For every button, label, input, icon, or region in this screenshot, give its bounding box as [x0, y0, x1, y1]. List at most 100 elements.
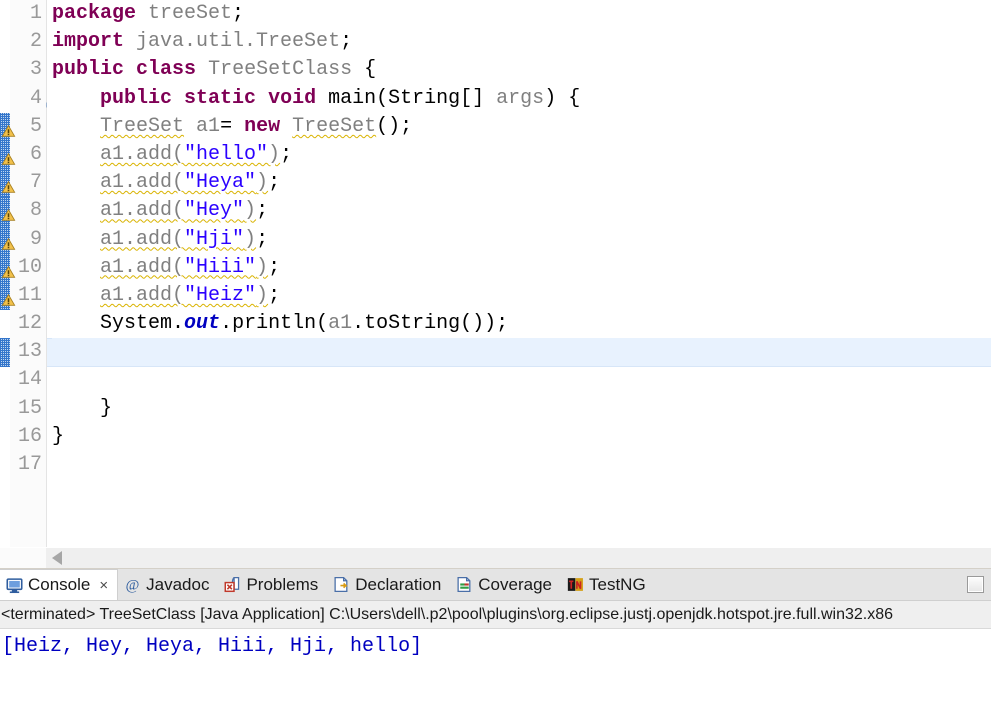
code-token: new — [244, 114, 281, 138]
close-icon[interactable]: × — [99, 577, 108, 594]
console-monitor-icon — [6, 577, 23, 594]
code-token: class — [136, 58, 197, 82]
gutter-line-9[interactable]: 9 — [1, 226, 46, 254]
gutter-line-14[interactable]: 14 — [10, 366, 46, 394]
code-token: ; — [268, 171, 281, 195]
code-token: ) — [256, 171, 269, 195]
code-line-8[interactable]: a1.add("Hey"); — [52, 197, 991, 225]
code-token: TreeSet — [100, 114, 185, 138]
svg-text:@: @ — [126, 577, 140, 593]
gutter-line-3[interactable]: 3 — [10, 56, 46, 84]
line-number: 4 — [29, 86, 42, 110]
code-token: import — [52, 30, 125, 54]
tab-coverage[interactable]: Coverage — [450, 569, 561, 600]
gutter-line-8[interactable]: 8 — [1, 197, 46, 225]
code-line-10[interactable]: a1.add("Hiii"); — [52, 254, 991, 282]
line-number: 16 — [17, 424, 42, 448]
editor-gutter[interactable]: 1 2 3 4 5 6 7 8 9 10 11 12 13 14 15 16 17 — [1, 0, 57, 547]
gutter-line-5[interactable]: 5 — [1, 113, 46, 141]
line-number: 15 — [17, 396, 42, 420]
code-token: "Hiii" — [184, 255, 257, 279]
code-token: (); — [376, 114, 413, 138]
warning-icon[interactable] — [1, 261, 16, 278]
tab-javadoc[interactable]: @ Javadoc — [118, 569, 218, 600]
gutter-line-1[interactable]: 1 — [10, 0, 46, 28]
code-line-15[interactable]: } — [52, 395, 991, 423]
tab-problems[interactable]: Problems — [218, 569, 327, 600]
editor-horizontal-scrollbar[interactable] — [0, 547, 991, 568]
code-line-11[interactable]: a1.add("Heiz"); — [52, 282, 991, 310]
warning-icon[interactable] — [1, 176, 16, 193]
line-number: 12 — [17, 312, 42, 336]
warning-icon[interactable] — [1, 233, 16, 250]
tab-console[interactable]: Console × — [0, 569, 119, 600]
code-token: } — [52, 396, 113, 420]
gutter-line-15[interactable]: 15 — [10, 395, 46, 423]
warning-icon[interactable] — [1, 289, 16, 306]
gutter-line-6[interactable]: 6 — [1, 141, 46, 169]
warning-icon[interactable] — [1, 148, 16, 165]
warning-icon[interactable] — [1, 120, 16, 137]
code-line-7[interactable]: a1.add("Heya"); — [52, 169, 991, 197]
code-line-16[interactable]: } — [52, 423, 991, 451]
line-number: 3 — [29, 58, 42, 82]
code-token: void — [268, 86, 317, 110]
code-line-5[interactable]: TreeSet a1= new TreeSet(); — [52, 113, 991, 141]
gutter-line-16[interactable]: 16 — [10, 423, 46, 451]
scrollbar-track[interactable] — [46, 548, 991, 568]
code-line-6[interactable]: a1.add("hello"); — [52, 141, 991, 169]
gutter-line-2[interactable]: 2 — [10, 28, 46, 56]
code-line-4[interactable]: public static void main(String[] args) { — [52, 85, 991, 113]
coverage-icon — [456, 576, 473, 593]
gutter-line-7[interactable]: 7 — [1, 169, 46, 197]
minimize-view-button[interactable] — [967, 576, 984, 593]
tab-testng[interactable]: TestNG — [561, 569, 655, 600]
tab-label: Declaration — [355, 574, 442, 594]
gutter-line-4[interactable]: 4 — [10, 85, 57, 113]
code-line-3[interactable]: public class TreeSetClass { — [52, 56, 991, 84]
scroll-left-arrow-icon[interactable] — [52, 551, 62, 565]
gutter-line-11[interactable]: 11 — [1, 282, 46, 310]
bottom-view-stack: Console × @ Javadoc Problems Declaration Cover… — [0, 569, 991, 703]
gutter-line-10[interactable]: 10 — [1, 254, 46, 282]
code-token: TreeSet — [292, 114, 377, 138]
code-token: ) { — [544, 86, 581, 110]
annotation-mark-current-line[interactable] — [0, 338, 10, 367]
declaration-icon — [333, 576, 350, 593]
code-line-1[interactable]: package treeSet; — [52, 0, 991, 28]
tab-label: TestNG — [589, 574, 646, 594]
code-line-17[interactable] — [52, 451, 991, 479]
code-token: ) — [268, 142, 281, 166]
javadoc-at-icon: @ — [124, 576, 141, 593]
code-token: a1.add( — [100, 255, 185, 279]
gutter-line-13[interactable]: 13 — [10, 338, 46, 366]
console-output[interactable]: [Heiz, Hey, Heya, Hiii, Hji, hello] — [0, 629, 991, 703]
warning-icon[interactable] — [1, 204, 16, 222]
testng-icon — [567, 576, 584, 593]
code-line-12[interactable]: System.out.println(a1.toString()); — [52, 310, 991, 338]
line-number: 1 — [29, 2, 42, 25]
console-launch-status: <terminated> TreeSetClass [Java Applicat… — [0, 601, 991, 629]
code-token: public — [100, 86, 173, 110]
editor-body: 1 2 3 4 5 6 7 8 9 10 11 12 13 14 15 16 17 package treeSe… — [0, 0, 991, 547]
code-line-9[interactable]: a1.add("Hji"); — [52, 226, 991, 254]
gutter-line-17[interactable]: 17 — [10, 451, 46, 479]
line-number: 7 — [29, 171, 42, 195]
code-line-14[interactable] — [52, 366, 991, 394]
code-canvas[interactable]: package treeSet; import java.util.TreeSet… — [47, 0, 991, 547]
code-token: java.util.TreeSet — [136, 30, 341, 54]
code-token: a1.add( — [100, 199, 185, 223]
code-line-2[interactable]: import java.util.TreeSet; — [52, 28, 991, 56]
code-line-13[interactable] — [52, 338, 991, 367]
tab-declaration[interactable]: Declaration — [327, 569, 450, 600]
gutter-line-12[interactable]: 12 — [10, 310, 46, 338]
